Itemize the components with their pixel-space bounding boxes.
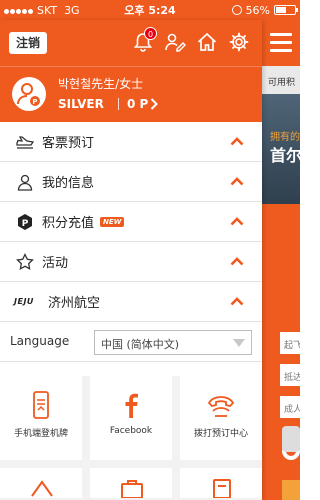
language-label: Language bbox=[10, 334, 70, 348]
menu-item-my-info[interactable]: 我的信息 bbox=[0, 162, 262, 202]
hero-banner[interactable]: 拥有的 首尔 bbox=[262, 94, 300, 204]
call-reservation-center-button[interactable]: 拨打预订中心 bbox=[180, 376, 262, 460]
drawer-menu: 客票预订 我的信息 P 积分充值 NEW 活动 JEJU 济州航空 bbox=[0, 122, 262, 322]
points-icon: P bbox=[16, 213, 34, 231]
mobile-boarding-pass-button[interactable]: 手机端登机牌 bbox=[0, 376, 82, 460]
side-drawer: 注销 0 P 박현철先生/女士 SILVER 0 P 客票预订 我的信息 P 积… bbox=[0, 20, 262, 500]
hero-subtitle: 拥有的 bbox=[270, 132, 300, 143]
home-icon[interactable] bbox=[196, 31, 218, 53]
points-band: 可用积 bbox=[262, 66, 300, 94]
star-icon bbox=[16, 252, 34, 271]
promo-tile-partial[interactable] bbox=[282, 480, 300, 500]
divider bbox=[118, 98, 119, 110]
drawer-topbar: 注销 0 bbox=[0, 20, 262, 66]
partial-icon bbox=[31, 480, 53, 497]
dropdown-arrow-icon bbox=[233, 339, 245, 347]
bell-icon[interactable]: 0 bbox=[132, 27, 157, 53]
facebook-icon bbox=[116, 390, 146, 420]
airplane-icon bbox=[16, 133, 35, 151]
logout-button[interactable]: 注销 bbox=[9, 32, 48, 54]
quick-link-label: 拨打预订中心 bbox=[193, 429, 248, 439]
passenger-field[interactable]: 成人 bbox=[280, 396, 300, 418]
battery-icon bbox=[274, 5, 298, 15]
quick-link-partial[interactable] bbox=[180, 468, 262, 498]
briefcase-icon bbox=[121, 480, 143, 498]
menu-item-events[interactable]: 活动 bbox=[0, 242, 262, 282]
menu-item-label: 我的信息 bbox=[42, 176, 95, 191]
search-button-partial[interactable] bbox=[282, 426, 300, 452]
profile-edit-icon[interactable] bbox=[164, 31, 187, 53]
chevron-up-icon bbox=[230, 297, 244, 306]
member-name: 박현철先生/女士 bbox=[58, 77, 144, 91]
quick-links: 手机端登机牌 Facebook 拨打预订中心 bbox=[0, 376, 262, 500]
document-icon bbox=[213, 479, 231, 498]
menu-item-points-recharge[interactable]: P 积分充值 NEW bbox=[0, 202, 262, 242]
jeju-logo: JEJU bbox=[14, 297, 34, 306]
language-row: Language 中国 (简体中文) bbox=[0, 322, 262, 362]
main-page-background: 可用积 拥有的 首尔 起飞 抵达 成人 bbox=[262, 20, 300, 500]
hero-title: 首尔 bbox=[270, 146, 300, 165]
chevron-up-icon bbox=[230, 177, 244, 186]
quick-link-label: Facebook bbox=[109, 426, 153, 436]
gear-icon[interactable] bbox=[228, 31, 250, 53]
menu-item-label: 活动 bbox=[42, 256, 69, 271]
menu-item-label: 客票预订 bbox=[42, 136, 95, 151]
booking-panel: 起飞 抵达 成人 bbox=[262, 204, 300, 500]
menu-item-label: 济州航空 bbox=[48, 296, 101, 311]
hamburger-menu-button[interactable] bbox=[262, 20, 300, 66]
departure-field[interactable]: 起飞 bbox=[280, 332, 300, 354]
chevron-right-icon bbox=[150, 98, 158, 110]
quick-link-partial[interactable] bbox=[0, 468, 82, 498]
chevron-up-icon bbox=[230, 217, 244, 226]
svg-text:P: P bbox=[22, 219, 29, 229]
language-selected-value: 中国 (简体中文) bbox=[101, 338, 180, 351]
quick-link-label: 手机端登机牌 bbox=[13, 429, 68, 439]
notification-badge: 0 bbox=[144, 27, 157, 40]
status-bar: SKT 3G 오후 5:24 56% bbox=[0, 0, 300, 20]
member-level: SILVER bbox=[58, 97, 104, 111]
menu-item-booking[interactable]: 客票预订 bbox=[0, 122, 262, 162]
facebook-button[interactable]: Facebook bbox=[90, 376, 172, 460]
member-avatar-icon: P bbox=[12, 77, 46, 111]
new-badge: NEW bbox=[100, 216, 125, 227]
person-icon bbox=[16, 173, 34, 191]
app-screen: SKT 3G 오후 5:24 56% 可用积 拥有的 首尔 起飞 抵达 成人 注… bbox=[0, 0, 300, 500]
language-select[interactable]: 中国 (简体中文) bbox=[94, 330, 252, 355]
quick-link-partial[interactable] bbox=[90, 468, 172, 498]
phone-icon bbox=[206, 390, 236, 420]
clock: 오후 5:24 bbox=[124, 4, 176, 17]
mobile-boarding-icon bbox=[26, 390, 56, 420]
member-profile[interactable]: P 박현철先生/女士 SILVER 0 P bbox=[0, 66, 262, 122]
member-points: 0 P bbox=[127, 97, 149, 111]
svg-text:P: P bbox=[32, 98, 37, 106]
menu-item-label: 积分充值 bbox=[42, 216, 95, 231]
menu-item-jeju-air[interactable]: JEJU 济州航空 bbox=[0, 282, 262, 322]
arrival-field[interactable]: 抵达 bbox=[280, 364, 300, 386]
chevron-up-icon bbox=[230, 137, 244, 146]
chevron-up-icon bbox=[230, 257, 244, 266]
